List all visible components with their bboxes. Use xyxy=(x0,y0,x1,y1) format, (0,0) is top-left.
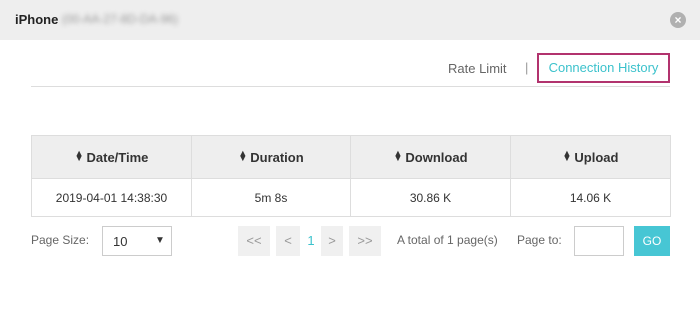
caret-down-icon: ▼ xyxy=(155,235,165,246)
cell-duration: 5m 8s xyxy=(191,178,351,217)
table-row: 2019-04-01 14:38:30 5m 8s 30.86 K 14.06 … xyxy=(31,178,671,217)
sort-icon: ▲ ▼ xyxy=(74,147,84,163)
page-size-label: Page Size: xyxy=(31,233,90,247)
connection-history-table: ▲ ▼ Date/Time ▲ ▼ Duration ▲ ▼ Download ▲ ▼ Uplo… xyxy=(31,135,671,217)
column-header-duration[interactable]: ▲ ▼ Duration xyxy=(191,135,351,179)
close-icon[interactable]: × xyxy=(670,12,686,28)
device-mac-address: (00-AA-27-8D-DA-96) xyxy=(62,12,179,26)
dialog-header: iPhone (00-AA-27-8D-DA-96) × xyxy=(0,0,700,40)
cell-upload: 14.06 K xyxy=(510,178,671,217)
prev-page-button[interactable]: < xyxy=(276,226,300,256)
table-header-row: ▲ ▼ Date/Time ▲ ▼ Duration ▲ ▼ Download ▲ ▼ Uplo… xyxy=(31,135,671,179)
column-header-upload[interactable]: ▲ ▼ Upload xyxy=(510,135,671,179)
first-page-button[interactable]: << xyxy=(238,226,270,256)
total-pages-text: A total of 1 page(s) xyxy=(397,233,498,247)
tab-rate-limit[interactable]: Rate Limit xyxy=(448,61,507,76)
last-page-button[interactable]: >> xyxy=(349,226,381,256)
sort-icon: ▲ ▼ xyxy=(238,147,247,163)
cell-download: 30.86 K xyxy=(350,178,511,217)
device-name: iPhone xyxy=(15,12,59,27)
column-header-download[interactable]: ▲ ▼ Download xyxy=(350,135,511,179)
column-header-datetime[interactable]: ▲ ▼ Date/Time xyxy=(31,135,192,179)
page-number-current[interactable]: 1 xyxy=(303,233,319,248)
tabs-divider xyxy=(31,86,670,87)
go-button[interactable]: GO xyxy=(634,226,670,256)
sort-icon: ▲ ▼ xyxy=(562,147,572,163)
cell-datetime: 2019-04-01 14:38:30 xyxy=(31,178,192,217)
page-size-select[interactable]: 10 ▼ xyxy=(102,226,172,256)
page-to-input[interactable] xyxy=(574,226,624,256)
page-to-label: Page to: xyxy=(517,233,562,247)
sort-icon: ▲ ▼ xyxy=(393,147,402,163)
page-size-value: 10 xyxy=(113,234,128,249)
next-page-button[interactable]: > xyxy=(321,226,343,256)
tab-connection-history[interactable]: Connection History xyxy=(537,53,670,83)
tab-separator: | xyxy=(525,60,529,75)
